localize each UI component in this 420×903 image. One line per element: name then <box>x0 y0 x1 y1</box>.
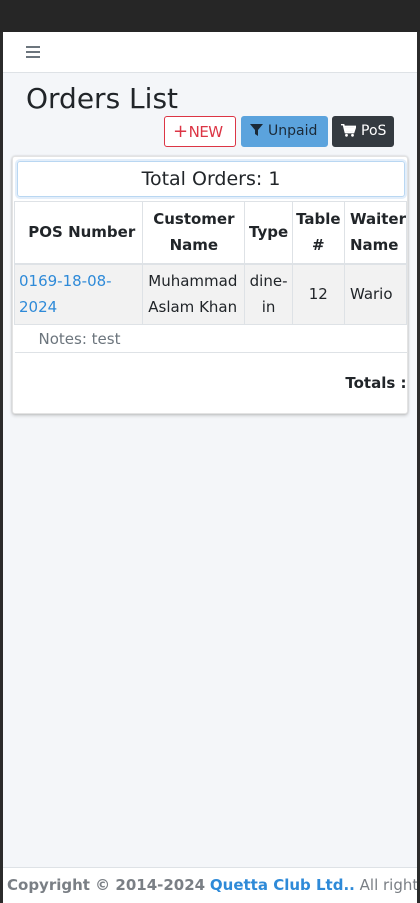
pos-number-link[interactable]: 0169-18-08-2024 <box>13 263 144 325</box>
browser-top-bar <box>0 0 420 32</box>
page-title: Orders List <box>26 82 179 115</box>
header-waiter-name[interactable]: Waiter Name <box>343 201 407 265</box>
order-notes: Notes: test <box>14 324 407 353</box>
hamburger-icon[interactable] <box>26 45 40 59</box>
header-pos-number[interactable]: POS Number <box>13 201 144 265</box>
table-number-cell: 12 <box>291 263 345 325</box>
header-customer-line1: Customer <box>153 210 235 229</box>
page-footer: Copyright © 2014-2024 Quetta Club Ltd.. … <box>3 867 417 903</box>
brand-link[interactable]: Quetta Club Ltd.. <box>210 876 355 894</box>
customer-name-line2: Aslam Khan <box>148 298 238 317</box>
header-table-number[interactable]: Table # <box>291 201 345 265</box>
orders-table: POS Number Customer Name Type Table # Wa… <box>13 201 407 413</box>
unpaid-button-label: Unpaid <box>268 123 318 139</box>
header-table-line2: # <box>312 236 325 255</box>
totals-label: Totals : <box>14 352 407 413</box>
header-customer-line2: Name <box>169 236 219 255</box>
top-navbar <box>3 32 417 73</box>
header-table-line1: Table <box>296 210 341 229</box>
table-row: 0169-18-08-2024 Muhammad Aslam Khan dine… <box>13 263 407 325</box>
app-frame: Orders List +NEW Unpaid PoS Total Orders… <box>3 32 417 903</box>
header-customer-name[interactable]: Customer Name <box>142 201 246 265</box>
customer-name-cell: Muhammad Aslam Khan <box>142 263 246 325</box>
header-waiter-line1: Waiter <box>349 210 406 229</box>
copyright-text: Copyright © 2014-2024 <box>7 876 206 894</box>
order-type-line2: in <box>261 298 276 317</box>
new-order-button[interactable]: +NEW <box>164 116 236 147</box>
table-header-row: POS Number Customer Name Type Table # Wa… <box>13 201 407 265</box>
new-button-label: NEW <box>188 123 224 141</box>
plus-icon: + <box>173 121 188 142</box>
order-type-cell: dine- in <box>244 263 293 325</box>
total-orders-display: Total Orders: 1 <box>17 161 405 197</box>
orders-card: Total Orders: 1 POS Number Customer Name… <box>12 156 408 414</box>
totals-row: Totals : <box>14 352 407 413</box>
header-waiter-line2: Name <box>349 236 399 255</box>
filter-icon <box>250 124 263 136</box>
pos-button[interactable]: PoS <box>332 116 394 147</box>
order-type-line1: dine- <box>249 272 288 291</box>
waiter-name-cell: Wario <box>343 263 407 325</box>
notes-row: Notes: test <box>14 324 407 353</box>
header-type[interactable]: Type <box>244 201 293 265</box>
cart-icon <box>341 123 357 137</box>
customer-name-line1: Muhammad <box>148 272 238 291</box>
unpaid-filter-button[interactable]: Unpaid <box>241 116 328 147</box>
rights-text: All rights <box>359 876 417 894</box>
pos-button-label: PoS <box>361 123 387 139</box>
